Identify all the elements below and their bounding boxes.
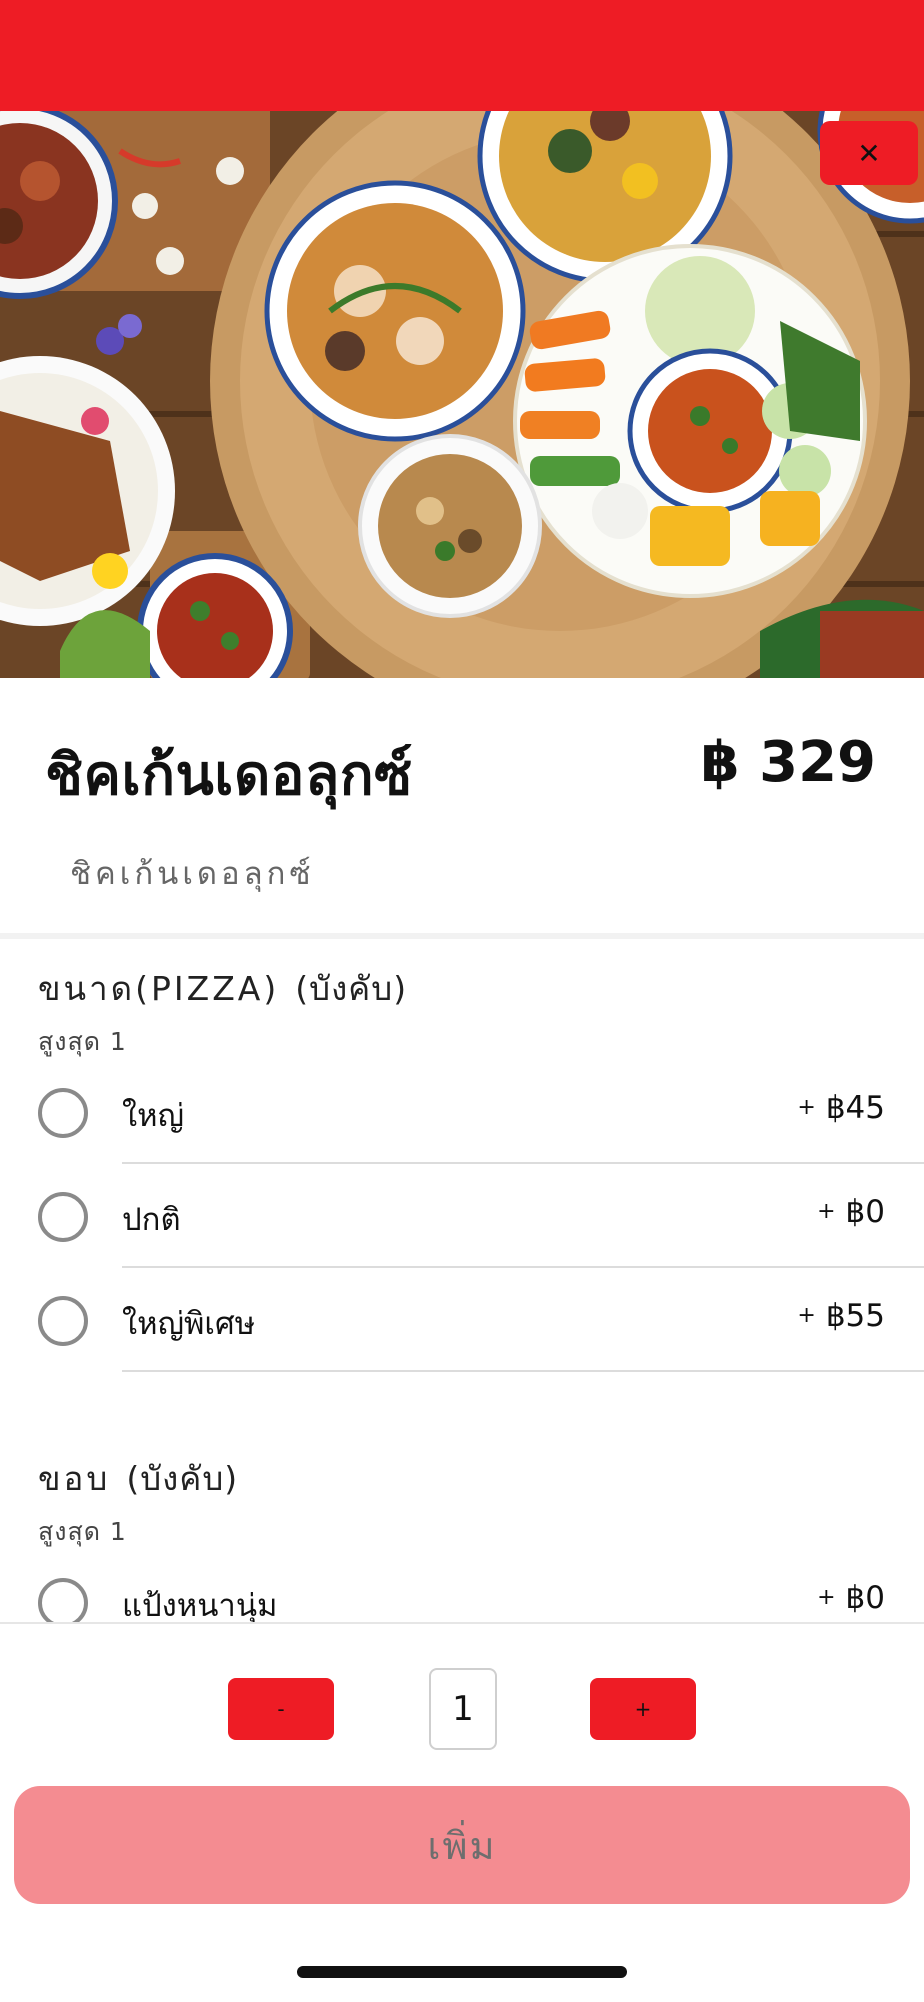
section-max-size: สูงสุด 1 bbox=[38, 1027, 127, 1056]
item-title: ชิคเก้นเดอลุกซ์ bbox=[45, 743, 413, 808]
radio-button[interactable] bbox=[38, 1296, 88, 1346]
option-row-regular[interactable]: ปกติ + ฿0 bbox=[0, 1164, 924, 1268]
plus-sign: + bbox=[797, 1095, 816, 1120]
section-divider bbox=[0, 933, 924, 939]
option-price: + ฿0 bbox=[817, 1580, 885, 1616]
add-to-cart-button[interactable]: เพิ่ม bbox=[14, 1786, 910, 1904]
required-label: (บังคับ) bbox=[295, 969, 408, 1008]
section-title-size: ขนาด(PIZZA) (บังคับ) bbox=[38, 962, 407, 1015]
radio-button[interactable] bbox=[38, 1088, 88, 1138]
section-title-label: ขอบ bbox=[38, 1459, 111, 1498]
option-price-value: ฿0 bbox=[845, 1580, 885, 1616]
close-icon: ✕ bbox=[857, 136, 881, 170]
bottom-action-panel: - 1 + เพิ่ม bbox=[0, 1622, 924, 2002]
top-bar bbox=[0, 0, 924, 111]
plus-icon: + bbox=[634, 1697, 652, 1721]
plus-sign: + bbox=[817, 1585, 836, 1610]
add-button-label: เพิ่ม bbox=[427, 1823, 497, 1868]
option-price: + ฿45 bbox=[797, 1090, 885, 1126]
option-divider bbox=[122, 1370, 924, 1372]
item-description: ชิคเก้นเดอลุกซ์ bbox=[70, 856, 315, 892]
option-price: + ฿0 bbox=[817, 1194, 885, 1230]
minus-icon: - bbox=[277, 1697, 285, 1721]
required-label: (บังคับ) bbox=[126, 1459, 239, 1498]
option-label: ปกติ bbox=[122, 1202, 181, 1238]
quantity-increase-button[interactable]: + bbox=[590, 1678, 696, 1740]
food-hero-image bbox=[0, 111, 924, 678]
option-price-value: ฿0 bbox=[845, 1194, 885, 1230]
food-illustration bbox=[0, 111, 924, 678]
option-price: + ฿55 bbox=[797, 1298, 885, 1334]
option-label: ใหญ่ bbox=[122, 1098, 184, 1134]
item-header: ชิคเก้นเดอลุกซ์ ฿ 329 bbox=[0, 700, 924, 830]
option-price-value: ฿45 bbox=[825, 1090, 885, 1126]
option-price-value: ฿55 bbox=[825, 1298, 885, 1334]
home-indicator bbox=[297, 1966, 627, 1978]
option-row-large[interactable]: ใหญ่ + ฿45 bbox=[0, 1060, 924, 1164]
option-label: ใหญ่พิเศษ bbox=[122, 1306, 256, 1342]
radio-button[interactable] bbox=[38, 1192, 88, 1242]
section-title-crust: ขอบ (บังคับ) bbox=[38, 1452, 238, 1505]
radio-button[interactable] bbox=[38, 1578, 88, 1628]
quantity-field[interactable]: 1 bbox=[429, 1668, 497, 1750]
item-price: ฿ 329 bbox=[700, 730, 876, 795]
close-button[interactable]: ✕ bbox=[820, 121, 918, 185]
option-row-extra-large[interactable]: ใหญ่พิเศษ + ฿55 bbox=[0, 1268, 924, 1372]
plus-sign: + bbox=[797, 1303, 816, 1328]
section-title-label: ขนาด(PIZZA) bbox=[38, 969, 280, 1008]
section-max-crust: สูงสุด 1 bbox=[38, 1517, 127, 1546]
quantity-decrease-button[interactable]: - bbox=[228, 1678, 334, 1740]
plus-sign: + bbox=[817, 1199, 836, 1224]
